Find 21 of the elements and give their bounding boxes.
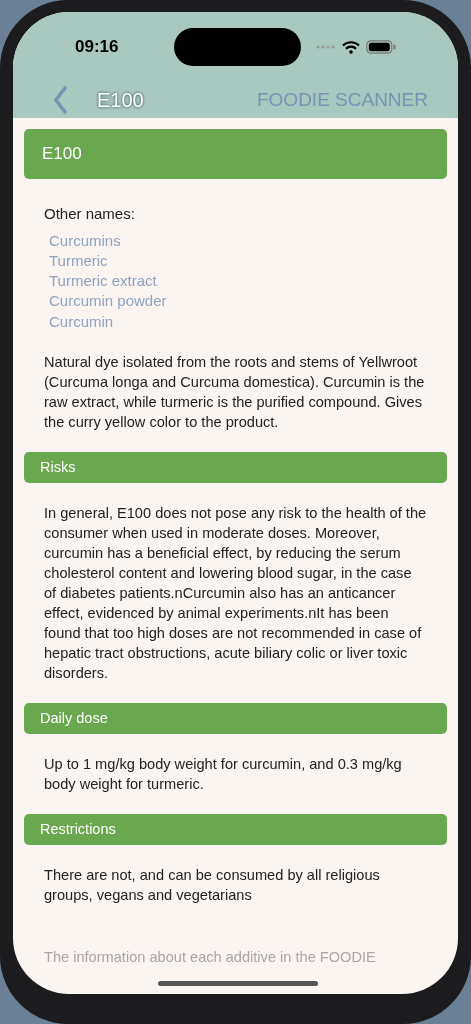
status-time: 09:16 — [75, 36, 119, 59]
other-name: Turmeric extract — [49, 271, 158, 292]
battery-icon — [366, 40, 396, 54]
additive-title: E100 — [42, 143, 82, 166]
other-name: Curcumins — [49, 230, 122, 251]
footer-note: The information about each additive in the FOODIE — [43, 948, 377, 967]
section-title: Risks — [40, 457, 76, 477]
section-text: Up to 1 mg/kg body weight for curcumin, and 0.3 mg/kg body weight for turmeric. — [43, 755, 403, 794]
nav-title: E100 — [97, 88, 144, 113]
signal-icon — [316, 45, 336, 49]
other-name: Curcumin — [49, 311, 115, 332]
wifi-icon — [342, 40, 360, 54]
other-name: Turmeric — [49, 250, 109, 271]
section-title: Daily dose — [40, 708, 108, 728]
description-text: Natural dye isolated from the roots and stems of Yellwroot (Curcuma longa and Curcuma domestica). Curcumin is the raw extract, while turmeric is the purified compound. Gives the curry yellow color to the product. — [44, 353, 426, 432]
other-names-label: Other names: — [44, 204, 136, 224]
section-title: Restrictions — [40, 819, 116, 839]
back-chevron-icon — [53, 86, 67, 114]
other-name: Curcumin powder — [49, 291, 168, 312]
section-text: There are not, and can be consumed by all religious groups, vegans and vegetarians — [43, 866, 381, 905]
section-text: In general, E100 does not pose any risk to the health of the consumer when used in moderate doses. Moreover, curcumin has a beneficial effect, by reducing the serum cholesterol content and lowering blood sugar, in the case of diabetes patients.nCurcumin also has an anticancer effect, evidenced by animal experiments.nIt has been found that too high doses are not recommended in case of hepatic tract obstructions, acute biliary colic or liver toxic disorders. — [43, 504, 428, 683]
